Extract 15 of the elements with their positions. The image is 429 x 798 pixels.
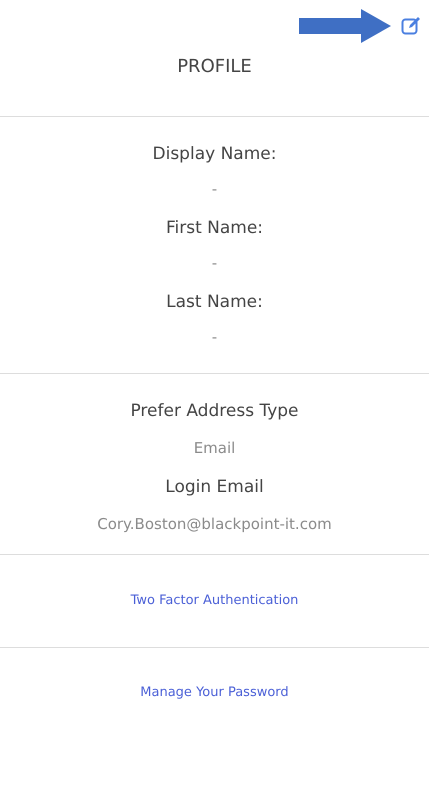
arrow-icon xyxy=(299,9,391,43)
field-label: Last Name: xyxy=(166,291,263,313)
field-value: - xyxy=(212,327,218,347)
field-label: First Name: xyxy=(166,217,264,239)
settings-link[interactable]: Manage Your Password xyxy=(140,684,289,702)
settings-link[interactable]: Two Factor Authentication xyxy=(130,592,298,610)
field-label: Prefer Address Type xyxy=(130,400,299,422)
field-value: - xyxy=(212,179,218,199)
field-value: Email xyxy=(194,438,236,458)
field-value: Cory.Boston@blackpoint-it.com xyxy=(97,514,332,534)
field-label: Login Email xyxy=(165,476,264,498)
page-title: PROFILE xyxy=(176,55,253,79)
field-label: Display Name: xyxy=(152,143,276,165)
field-value: - xyxy=(212,253,218,273)
edit-icon[interactable] xyxy=(401,16,421,36)
